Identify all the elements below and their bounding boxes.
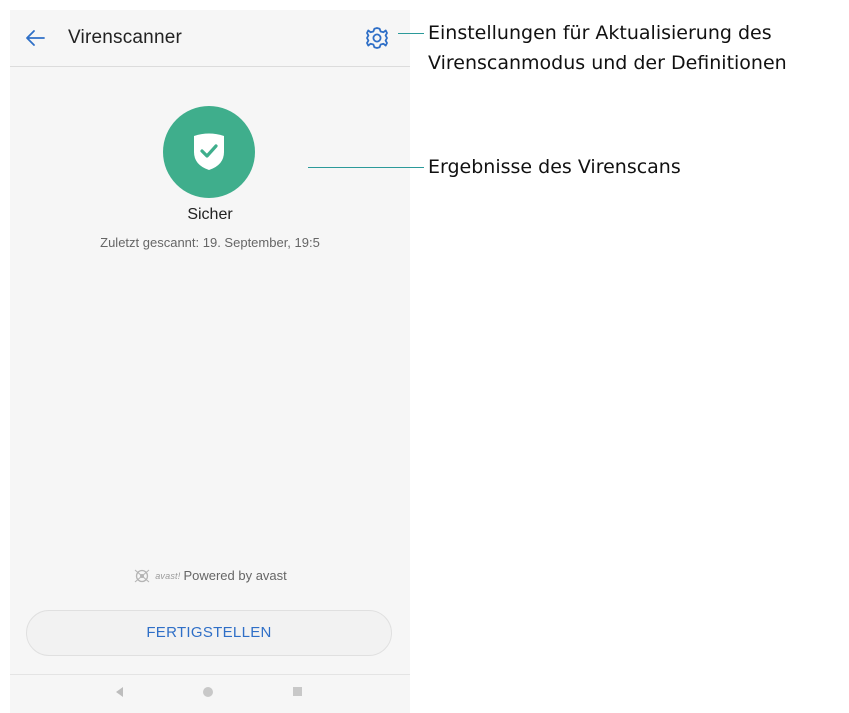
nav-recent-icon[interactable] <box>293 687 302 696</box>
powered-by-avast: avast! Powered by avast <box>10 567 410 584</box>
scan-status-label: Sicher <box>187 206 233 223</box>
avast-logo-icon <box>134 569 150 582</box>
system-nav-bar <box>10 675 410 713</box>
gear-icon[interactable] <box>364 25 390 51</box>
avast-logo-text: avast! <box>155 570 181 581</box>
nav-home-icon[interactable] <box>203 687 213 697</box>
settings-callout-line <box>398 33 424 34</box>
settings-callout-line2: Virenscanmodus und der Definitionen <box>428 52 787 74</box>
last-scan-time: Zuletzt gescannt: 19. September, 19:5 <box>100 235 320 250</box>
results-callout: Ergebnisse des Virenscans <box>428 156 681 178</box>
page-title: Virenscanner <box>68 27 183 48</box>
nav-back-icon[interactable] <box>116 687 123 697</box>
phone-screen: Virenscanner Sicher Zuletzt gescannt: 19… <box>10 10 410 713</box>
back-arrow-icon[interactable] <box>24 26 48 50</box>
shield-check-icon <box>194 133 224 170</box>
powered-by-label: Powered by avast <box>183 568 287 584</box>
results-callout-line <box>308 167 424 168</box>
scan-status-indicator <box>163 106 255 198</box>
app-bar: Virenscanner <box>10 10 410 66</box>
settings-callout-line1: Einstellungen für Aktualisierung des <box>428 22 772 44</box>
finish-button[interactable]: FERTIGSTELLEN <box>26 610 392 656</box>
appbar-divider <box>10 66 410 67</box>
